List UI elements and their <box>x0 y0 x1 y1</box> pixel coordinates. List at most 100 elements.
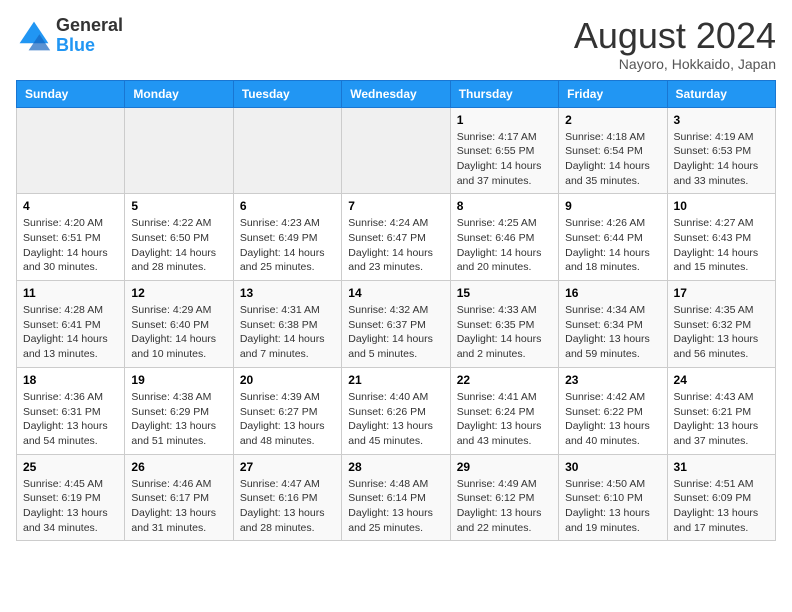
calendar-cell: 9 Sunrise: 4:26 AMSunset: 6:44 PMDaylight… <box>559 194 667 281</box>
daylight-label: Daylight: 14 hours and 15 minutes. <box>674 247 759 274</box>
weekday-header-friday: Friday <box>559 80 667 107</box>
calendar-cell: 31Sunrise: 4:51 AMSunset: 6:09 PMDayligh… <box>667 454 775 541</box>
sunset-label: Sunset: 6:10 PM <box>565 492 643 504</box>
sunset-label: Sunset: 6:19 PM <box>23 492 101 504</box>
cell-info: Sunrise: 4:20 AMSunset: 6:51 PMDaylight:… <box>23 216 118 275</box>
day-number: 9 <box>565 199 660 213</box>
calendar-cell: 2Sunrise: 4:18 AMSunset: 6:54 PMDaylight… <box>559 107 667 194</box>
logo-blue-text: Blue <box>56 35 95 55</box>
sunset-label: Sunset: 6:49 PM <box>240 232 318 244</box>
day-number: 3 <box>674 113 769 127</box>
sunset-label: Sunset: 6:55 PM <box>457 145 535 157</box>
sunrise-label: Sunrise: 4:40 AM <box>348 391 428 403</box>
sunrise-label: Sunrise: 4:41 AM <box>457 391 537 403</box>
cell-info: Sunrise: 4:22 AMSunset: 6:50 PMDaylight:… <box>131 216 226 275</box>
sunset-label: Sunset: 6:22 PM <box>565 406 643 418</box>
day-number: 4 <box>23 199 118 213</box>
sunset-label: Sunset: 6:21 PM <box>674 406 752 418</box>
calendar-week-5: 25Sunrise: 4:45 AMSunset: 6:19 PMDayligh… <box>17 454 776 541</box>
calendar-cell: 5Sunrise: 4:22 AMSunset: 6:50 PMDaylight… <box>125 194 233 281</box>
cell-info: Sunrise: 4:27 AMSunset: 6:43 PMDaylight:… <box>674 216 769 275</box>
sunrise-label: Sunrise: 4:45 AM <box>23 478 103 490</box>
daylight-label: Daylight: 14 hours and 35 minutes. <box>565 160 650 187</box>
daylight-label: Daylight: 14 hours and 30 minutes. <box>23 247 108 274</box>
weekday-header-tuesday: Tuesday <box>233 80 341 107</box>
calendar-cell: 20Sunrise: 4:39 AMSunset: 6:27 PMDayligh… <box>233 367 341 454</box>
calendar-cell: 6Sunrise: 4:23 AMSunset: 6:49 PMDaylight… <box>233 194 341 281</box>
page-header: General Blue August 2024 Nayoro, Hokkaid… <box>16 16 776 72</box>
calendar-cell: 27Sunrise: 4:47 AMSunset: 6:16 PMDayligh… <box>233 454 341 541</box>
sunset-label: Sunset: 6:14 PM <box>348 492 426 504</box>
calendar-cell <box>233 107 341 194</box>
calendar-cell: 8Sunrise: 4:25 AMSunset: 6:46 PMDaylight… <box>450 194 558 281</box>
daylight-label: Daylight: 13 hours and 19 minutes. <box>565 507 650 534</box>
cell-info: Sunrise: 4:41 AM Sunset: 6:24 PM Daylight:… <box>457 390 552 449</box>
month-year-title: August 2024 <box>574 16 776 56</box>
sunrise-label: Sunrise: 4:26 AM <box>565 217 645 229</box>
calendar-cell <box>125 107 233 194</box>
cell-info: Sunrise: 4:25 AMSunset: 6:46 PMDaylight:… <box>457 216 552 275</box>
cell-info: Sunrise: 4:45 AMSunset: 6:19 PMDaylight:… <box>23 477 118 536</box>
sunset-label: Sunset: 6:32 PM <box>674 319 752 331</box>
cell-info: Sunrise: 4:26 AMSunset: 6:44 PMDaylight:… <box>565 216 660 275</box>
sunrise-label: Sunrise: 4:22 AM <box>131 217 211 229</box>
sunrise-label: Sunrise: 4:25 AM <box>457 217 537 229</box>
logo-general-text: General <box>56 15 123 35</box>
sunset-label: Sunset: 6:12 PM <box>457 492 535 504</box>
daylight-label: Daylight: 13 hours and 54 minutes. <box>23 420 108 447</box>
daylight-label: Daylight: 14 hours and 28 minutes. <box>131 247 216 274</box>
cell-info: Sunrise: 4:48 AMSunset: 6:14 PMDaylight:… <box>348 477 443 536</box>
cell-info: Sunrise: 4:38 AMSunset: 6:29 PMDaylight:… <box>131 390 226 449</box>
day-number: 14 <box>348 286 443 300</box>
day-number: 13 <box>240 286 335 300</box>
calendar-cell: 28 Sunrise: 4:48 AMSunset: 6:14 PMDayligh… <box>342 454 450 541</box>
sunrise-label: Sunrise: 4:32 AM <box>348 304 428 316</box>
day-number: 17 <box>674 286 769 300</box>
calendar-week-3: 11Sunrise: 4:28 AMSunset: 6:41 PMDayligh… <box>17 281 776 368</box>
sunset-label: Sunset: 6:09 PM <box>674 492 752 504</box>
daylight-label: Daylight: 14 hours and 2 minutes. <box>457 333 542 360</box>
cell-info: Sunrise: 4:50 AMSunset: 6:10 PMDaylight:… <box>565 477 660 536</box>
weekday-header-saturday: Saturday <box>667 80 775 107</box>
daylight-label: Daylight: 14 hours and 13 minutes. <box>23 333 108 360</box>
day-number: 15 <box>457 286 552 300</box>
daylight-label: Daylight: 13 hours and 40 minutes. <box>565 420 650 447</box>
sunrise-label: Sunrise: 4:43 AM <box>674 391 754 403</box>
day-number: 30 <box>565 460 660 474</box>
sunrise-label: Sunrise: 4:33 AM <box>457 304 537 316</box>
cell-info: Sunrise: 4:24 AMSunset: 6:47 PMDaylight:… <box>348 216 443 275</box>
cell-info: Sunrise: 4:32 AMSunset: 6:37 PMDaylight:… <box>348 303 443 362</box>
daylight-label: Daylight: 13 hours and 43 minutes. <box>457 420 542 447</box>
sunset-label: Sunset: 6:24 PM <box>457 406 535 418</box>
sunrise-label: Sunrise: 4:23 AM <box>240 217 320 229</box>
sunrise-label: Sunrise: 4:17 AM <box>457 131 537 143</box>
calendar-cell: 25Sunrise: 4:45 AMSunset: 6:19 PMDayligh… <box>17 454 125 541</box>
day-number: 11 <box>23 286 118 300</box>
day-number: 31 <box>674 460 769 474</box>
cell-info: Sunrise: 4:31 AMSunset: 6:38 PMDaylight:… <box>240 303 335 362</box>
cell-info: Sunrise: 4:42 AMSunset: 6:22 PMDaylight:… <box>565 390 660 449</box>
calendar-cell: 11Sunrise: 4:28 AMSunset: 6:41 PMDayligh… <box>17 281 125 368</box>
sunset-label: Sunset: 6:51 PM <box>23 232 101 244</box>
calendar-cell: 29Sunrise: 4:49 AMSunset: 6:12 PMDayligh… <box>450 454 558 541</box>
logo: General Blue <box>16 16 123 56</box>
sunset-label: Sunset: 6:16 PM <box>240 492 318 504</box>
cell-info: Sunrise: 4:17 AMSunset: 6:55 PMDaylight:… <box>457 130 552 189</box>
daylight-label: Daylight: 14 hours and 23 minutes. <box>348 247 433 274</box>
day-number: 19 <box>131 373 226 387</box>
day-number: 28 <box>348 460 443 474</box>
sunrise-label: Sunrise: 4:46 AM <box>131 478 211 490</box>
sunrise-label: Sunrise: 4:51 AM <box>674 478 754 490</box>
cell-info: Sunrise: 4:35 AMSunset: 6:32 PMDaylight:… <box>674 303 769 362</box>
sunset-label: Sunset: 6:54 PM <box>565 145 643 157</box>
cell-info: Sunrise: 4:40 AMSunset: 6:26 PMDaylight:… <box>348 390 443 449</box>
cell-info: Sunrise: 4:47 AMSunset: 6:16 PMDaylight:… <box>240 477 335 536</box>
sunset-label: Sunset: 6:40 PM <box>131 319 209 331</box>
day-number: 6 <box>240 199 335 213</box>
calendar-cell: 14 Sunrise: 4:32 AMSunset: 6:37 PMDayligh… <box>342 281 450 368</box>
weekday-header-thursday: Thursday <box>450 80 558 107</box>
weekday-header-sunday: Sunday <box>17 80 125 107</box>
sunrise-label: Sunrise: 4:18 AM <box>565 131 645 143</box>
location-subtitle: Nayoro, Hokkaido, Japan <box>574 56 776 72</box>
sunrise-label: Sunrise: 4:49 AM <box>457 478 537 490</box>
